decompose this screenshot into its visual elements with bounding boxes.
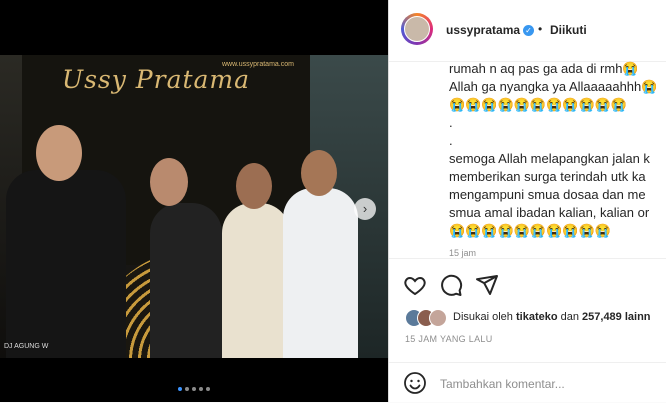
carousel-dot [199,387,203,391]
person-3-head [236,163,272,209]
carousel-dot [192,387,196,391]
comment-line: Allah ga nyangka ya Allaaaaahhh😭 [449,79,658,94]
photo-credit: DJ AGUNG W [4,343,49,350]
likes-mid: dan [557,311,583,323]
comment-icon[interactable] [439,273,463,297]
person-3 [222,203,290,358]
comment-line: mengampuni smua dosaa dan me [449,187,646,202]
post-header: ussypratama ✓ • Diikuti [389,0,666,62]
person-1 [6,170,126,358]
separator: • [538,22,543,36]
comment-line: . [449,115,453,130]
likes-suffix: lainn [621,311,651,323]
likes-count-link[interactable]: 257,489 [582,311,622,323]
person-4 [283,188,358,358]
emoji-icon[interactable] [403,371,427,395]
avatar-image [404,16,430,42]
comment-line: rumah n aq pas ga ada di rmh😭 [449,61,639,76]
post-time[interactable]: 15 JAM YANG LALU [405,334,493,344]
liker-username-link[interactable]: tikateko [516,311,558,323]
person-2 [150,203,222,358]
follow-status-button[interactable]: Diikuti [550,23,587,37]
avatar[interactable] [401,13,433,45]
add-comment-bar: Tambahkan komentar... [389,362,666,403]
comment-line: . [449,133,453,148]
likes-text: Disukai oleh tikateko dan 257,489 lainn [453,311,651,323]
brand-url: www.ussypratama.com [222,61,294,68]
carousel-dot [185,387,189,391]
person-4-head [301,150,337,196]
carousel-dots [0,384,388,391]
post-panel: ussypratama ✓ • Diikuti rumah n aq pas g… [388,0,666,402]
comment-line: smua amal ibadan kalian, kalian or [449,205,650,220]
person-1-head [36,125,82,181]
person-2-head [150,158,188,206]
next-arrow-icon[interactable]: › [354,198,376,220]
comment-line: 😭😭😭😭😭😭😭😭😭😭😭 [449,97,628,112]
comment-line: 😭😭😭😭😭😭😭😭😭😭 [449,223,611,238]
add-comment-input[interactable]: Tambahkan komentar... [440,377,565,391]
comment-time: 15 jam [449,248,477,258]
carousel-dot [178,387,182,391]
post-actions: Disukai oleh tikateko dan 257,489 lainn … [389,258,666,373]
liker-avatar [429,309,447,327]
comment-text: rumah n aq pas ga ada di rmh😭 Allah ga n… [449,60,666,258]
brand-logo-text: Ussy Pratama [62,65,251,94]
username-link[interactable]: ussypratama [446,23,520,37]
comment-line: memberikan surga terindah utk ka [449,169,646,184]
carousel-dot [206,387,210,391]
verified-badge-icon: ✓ [523,25,534,36]
post-media: Ussy Pratama www.ussypratama.com DJ AGUN… [0,0,388,402]
comment-line: semoga Allah melapangkan jalan k [449,151,650,166]
heart-icon[interactable] [403,273,427,297]
share-icon[interactable] [475,273,499,297]
post-photo: Ussy Pratama www.ussypratama.com DJ AGUN… [0,55,388,358]
likes-prefix: Disukai oleh [453,311,516,323]
